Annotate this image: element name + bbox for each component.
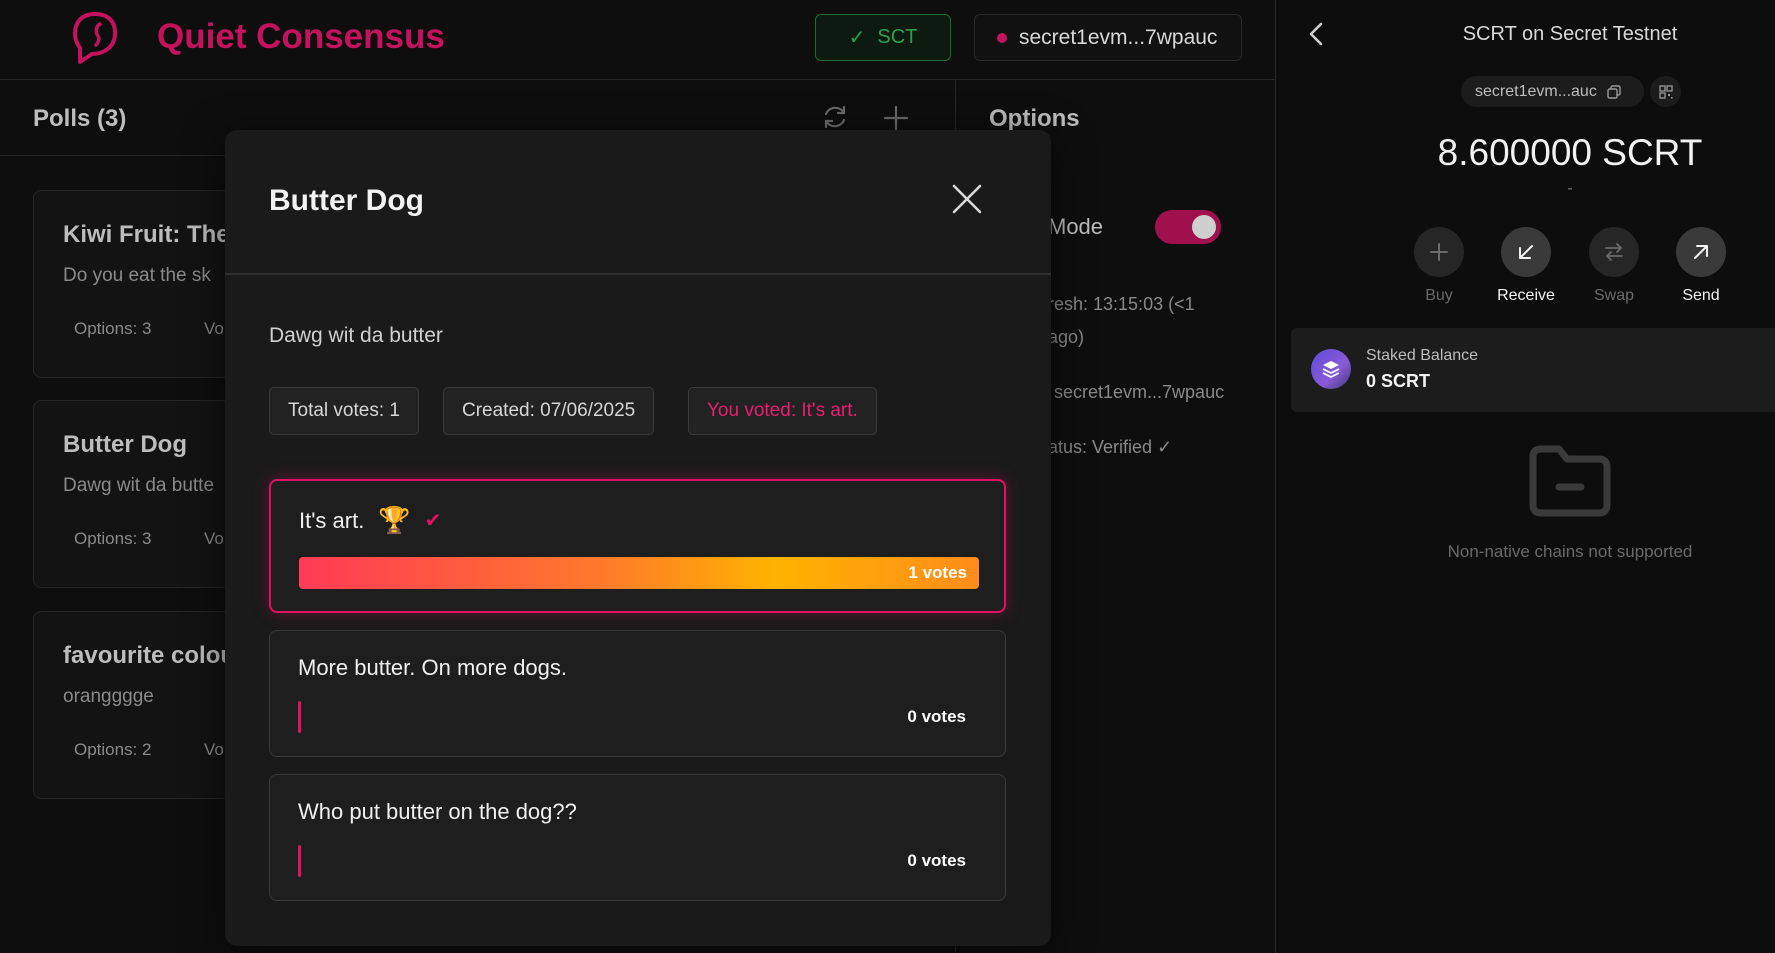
arrow-down-left-icon bbox=[1501, 227, 1551, 277]
poll-card-votes: Vo bbox=[204, 319, 224, 338]
modal-header: Butter Dog bbox=[225, 130, 1051, 275]
poll-option[interactable]: More butter. On more dogs. 0 votes bbox=[269, 630, 1006, 757]
total-votes-chip: Total votes: 1 bbox=[269, 387, 419, 435]
poll-card-votes: Vo bbox=[204, 529, 224, 548]
plus-icon bbox=[1414, 227, 1464, 277]
vote-bar: 0 votes bbox=[298, 701, 978, 733]
qr-code-icon[interactable] bbox=[1650, 76, 1681, 107]
send-button[interactable]: Send bbox=[1656, 227, 1746, 305]
poll-card-desc: orangggge bbox=[63, 686, 154, 707]
modal-title: Butter Dog bbox=[269, 184, 424, 217]
non-native-message: Non-native chains not supported bbox=[1447, 542, 1693, 561]
close-icon[interactable] bbox=[950, 182, 984, 216]
receive-button[interactable]: Receive bbox=[1481, 227, 1571, 305]
copy-icon[interactable] bbox=[1607, 84, 1621, 99]
toggle-knob bbox=[1192, 215, 1216, 239]
options-address: secret1evm...7wpauc bbox=[1054, 382, 1225, 402]
refresh-time: resh: 13:15:03 (<1 bbox=[1048, 294, 1195, 314]
vote-bar-fill bbox=[298, 701, 301, 733]
poll-card-votes: Vo bbox=[204, 740, 224, 759]
poll-card-options: Options: 2 bbox=[74, 740, 152, 759]
check-icon: ✔ bbox=[424, 510, 442, 532]
mode-toggle[interactable] bbox=[1155, 210, 1221, 244]
option-label: It's art. bbox=[299, 507, 365, 533]
wallet-address-text: secret1evm...auc bbox=[1475, 82, 1597, 100]
created-chip: Created: 07/06/2025 bbox=[443, 387, 655, 435]
poll-card-desc: Dawg wit da butte bbox=[63, 475, 215, 496]
option-label: More butter. On more dogs. bbox=[298, 655, 568, 680]
wallet-address-pill[interactable]: secret1evm...auc bbox=[1461, 76, 1644, 107]
vote-count: 0 votes bbox=[907, 851, 966, 870]
app-title: Quiet Consensus bbox=[157, 17, 445, 56]
check-icon: ✓ bbox=[848, 27, 866, 49]
app-header: Quiet Consensus ✓ SCT secret1evm...7wpau… bbox=[0, 0, 1275, 80]
poll-card-title: Kiwi Fruit: The bbox=[63, 221, 230, 248]
staked-balance-card[interactable]: Staked Balance 0 SCRT bbox=[1291, 328, 1775, 412]
option-label: Who put butter on the dog?? bbox=[298, 799, 577, 824]
poll-card-desc: Do you eat the sk bbox=[63, 265, 211, 286]
poll-card-title: Butter Dog bbox=[63, 431, 187, 458]
vote-bar-fill bbox=[298, 845, 301, 877]
swap-label: Swap bbox=[1593, 287, 1635, 304]
logo-icon bbox=[73, 12, 117, 64]
vote-count: 0 votes bbox=[907, 707, 966, 726]
poll-card-options: Options: 3 bbox=[74, 319, 152, 338]
wallet-title: SCRT on Secret Testnet bbox=[1462, 23, 1678, 45]
poll-modal: Butter Dog Dawg wit da butter Total vote… bbox=[225, 130, 1051, 946]
poll-card-title: favourite colou bbox=[63, 642, 236, 669]
receive-label: Receive bbox=[1497, 287, 1555, 304]
buy-button[interactable]: Buy bbox=[1394, 227, 1484, 305]
option-label-row: Who put butter on the dog?? bbox=[298, 799, 577, 825]
vote-count: 1 votes bbox=[908, 563, 967, 582]
add-poll-icon[interactable] bbox=[882, 104, 910, 132]
option-label-row: More butter. On more dogs. bbox=[298, 655, 567, 681]
vote-bar: 1 votes bbox=[299, 557, 979, 589]
wallet-button[interactable]: secret1evm...7wpauc bbox=[974, 14, 1242, 61]
voted-chip: You voted: It's art. bbox=[688, 387, 877, 435]
vote-bar: 0 votes bbox=[298, 845, 978, 877]
mode-label: Mode bbox=[1048, 214, 1104, 239]
polls-title: Polls (3) bbox=[33, 105, 127, 132]
poll-option[interactable]: It's art. 🏆 ✔ 1 votes bbox=[269, 479, 1006, 613]
trophy-icon: 🏆 bbox=[378, 505, 411, 535]
network-label: SCT bbox=[877, 26, 918, 48]
swap-icon bbox=[1589, 227, 1639, 277]
options-title: Options bbox=[989, 105, 1080, 132]
network-button[interactable]: ✓ SCT bbox=[815, 14, 951, 61]
poll-card-options: Options: 3 bbox=[74, 529, 152, 548]
wallet-address: secret1evm...7wpauc bbox=[1019, 25, 1218, 49]
modal-description: Dawg wit da butter bbox=[269, 324, 443, 347]
staked-label: Staked Balance bbox=[1366, 347, 1479, 364]
swap-button[interactable]: Swap bbox=[1569, 227, 1659, 305]
arrow-up-right-icon bbox=[1676, 227, 1726, 277]
refresh-ago: ago) bbox=[1048, 327, 1085, 347]
send-label: Send bbox=[1682, 287, 1720, 304]
poll-option[interactable]: Who put butter on the dog?? 0 votes bbox=[269, 774, 1006, 901]
status-dot bbox=[997, 32, 1007, 43]
verification-status: atus: Verified ✓ bbox=[1048, 437, 1173, 457]
stake-layers-icon bbox=[1311, 349, 1351, 389]
folder-icon bbox=[1529, 445, 1611, 517]
vote-bar-fill bbox=[299, 557, 979, 589]
wallet-fiat-value: - bbox=[1567, 180, 1573, 197]
wallet-balance: 8.600000 SCRT bbox=[1437, 132, 1703, 173]
staked-value: 0 SCRT bbox=[1366, 371, 1431, 391]
buy-label: Buy bbox=[1425, 287, 1453, 304]
refresh-icon[interactable] bbox=[820, 102, 850, 132]
option-label-row: It's art. 🏆 ✔ bbox=[299, 505, 441, 536]
